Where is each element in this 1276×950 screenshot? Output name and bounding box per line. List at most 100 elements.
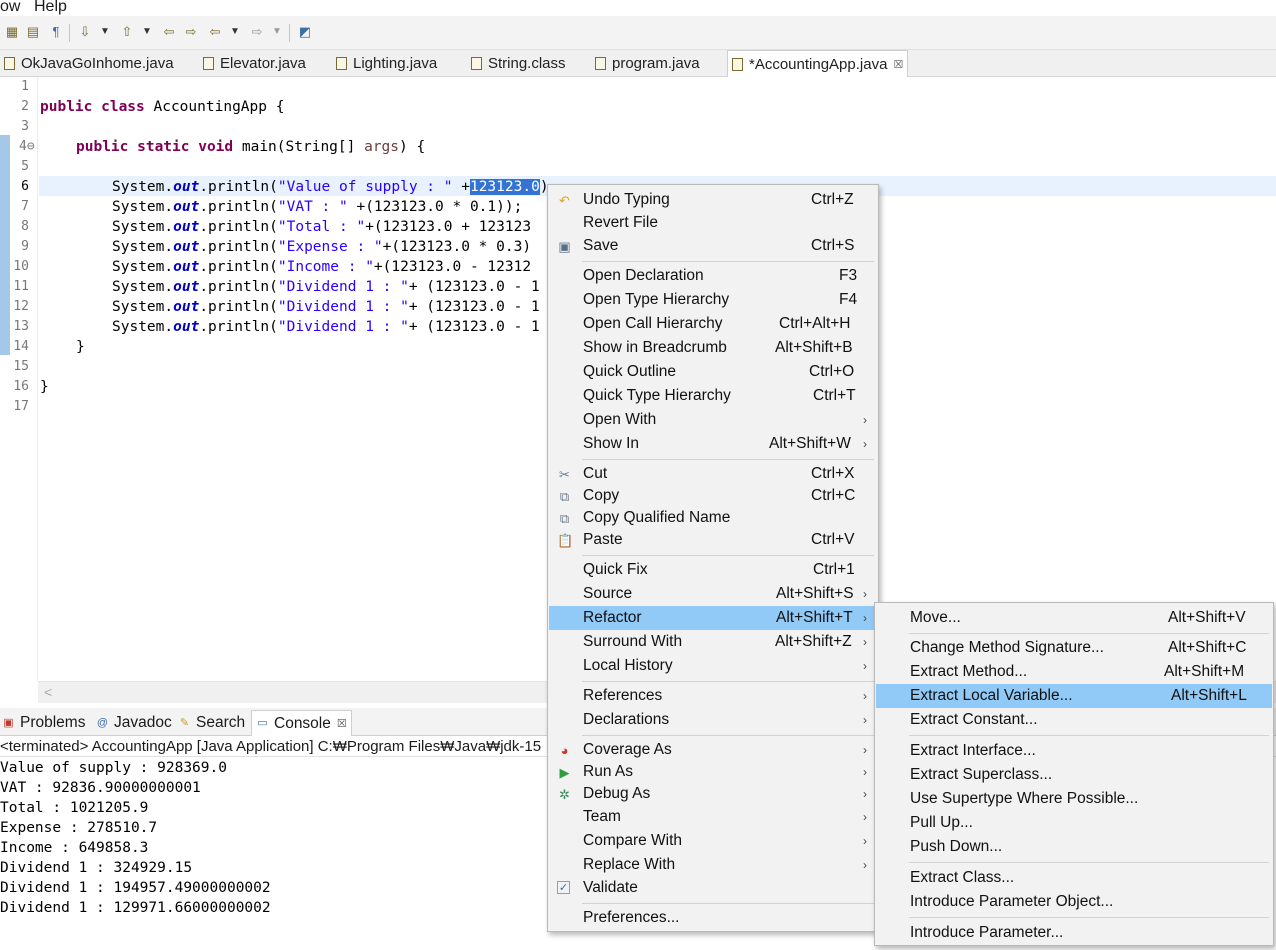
tab-okjavagoinhome[interactable]: OkJavaGoInhome.java [0,50,178,77]
menu-item-replace-with[interactable]: Replace With › [549,854,877,876]
close-view-icon[interactable]: ☒ [337,717,347,730]
menu-item-run-as[interactable]: ▶ Run As › [549,761,877,783]
back-icon[interactable]: ⇦ [206,23,224,41]
menu-window[interactable]: ow [0,0,20,16]
menu-item-introduce-parameter-object[interactable]: Introduce Parameter Object... [876,891,1272,913]
line-number: 6 [21,179,29,194]
menu-item-cut[interactable]: ✂ Cut Ctrl+X [549,463,877,485]
save-icon: ▣ [558,239,571,254]
menu-item-source[interactable]: Source Alt+Shift+S › [549,583,877,605]
menu-item-extract-method[interactable]: Extract Method... Alt+Shift+M [876,661,1272,683]
menu-separator [582,555,874,556]
scroll-left-icon[interactable]: < [44,684,52,700]
menu-item-quick-fix[interactable]: Quick Fix Ctrl+1 [549,559,877,581]
last-edit-forward-icon[interactable]: ⇨ [182,23,200,41]
tab-lighting[interactable]: Lighting.java [332,50,441,77]
line-number: 15 [13,359,29,374]
tab-program[interactable]: program.java [591,50,704,77]
code-line: System.out.println("Dividend 1 : "+ (123… [112,279,540,295]
menu-item-coverage-as[interactable]: ◕ Coverage As › [549,739,877,761]
open-type-icon[interactable]: ▦ [3,23,21,41]
menu-item-preferences[interactable]: Preferences... [549,907,877,929]
menu-separator [582,459,874,460]
previous-annotation-icon[interactable]: ⇧ [118,23,136,41]
tab-search[interactable]: ✎ Search [178,712,245,734]
menu-help[interactable]: Help [34,0,67,16]
line-number-gutter: 1 2 3 4⊖ 5 6 7 8 9 10 11 12 13 14 15 16 … [0,77,38,681]
menu-item-debug-as[interactable]: ✲ Debug As › [549,783,877,805]
menu-item-push-down[interactable]: Push Down... [876,836,1272,858]
last-edit-location-icon[interactable]: ⇦ [160,23,178,41]
tab-elevator[interactable]: Elevator.java [199,50,310,77]
next-annotation-dropdown-icon[interactable]: ▼ [100,23,110,41]
menu-item-undo-typing[interactable]: ↶ Undo Typing Ctrl+Z [549,189,877,211]
line-number[interactable]: 4⊖ [0,137,38,157]
menu-item-extract-class[interactable]: Extract Class... [876,867,1272,889]
back-dropdown-icon[interactable]: ▼ [230,23,240,41]
menu-item-team[interactable]: Team › [549,806,877,828]
menu-item-refactor[interactable]: Refactor Alt+Shift+T › [549,606,877,630]
line-number: 16 [13,379,29,394]
menu-item-open-with[interactable]: Open With › [549,409,877,431]
menu-item-extract-local-variable[interactable]: Extract Local Variable... Alt+Shift+L [876,684,1272,708]
tab-accountingapp[interactable]: *AccountingApp.java ☒ [727,50,909,78]
menu-item-show-in[interactable]: Show In Alt+Shift+W › [549,433,877,455]
menu-item-copy-qualified-name[interactable]: ⧉ Copy Qualified Name [549,507,877,529]
console-line: VAT : 92836.90000000001 [0,780,201,796]
tab-console[interactable]: ▭ Console ☒ [251,710,352,736]
context-menu: ↶ Undo Typing Ctrl+Z Revert File ▣ Save Ctrl… [547,184,879,932]
line-number: 12 [13,299,29,314]
menu-item-introduce-parameter[interactable]: Introduce Parameter... [876,922,1272,944]
menu-item-copy[interactable]: ⧉ Copy Ctrl+C [549,485,877,507]
tab-problems[interactable]: ▣ Problems [2,712,85,734]
previous-annotation-dropdown-icon[interactable]: ▼ [142,23,152,41]
java-file-icon [732,58,743,71]
menu-item-extract-constant[interactable]: Extract Constant... [876,709,1272,731]
forward-icon[interactable]: ⇨ [248,23,266,41]
selected-text: 123123.0 [469,179,540,195]
menu-item-change-method-signature[interactable]: Change Method Signature... Alt+Shift+C [876,637,1272,659]
menu-item-extract-interface[interactable]: Extract Interface... [876,740,1272,762]
menu-item-move[interactable]: Move... Alt+Shift+V [876,607,1272,629]
menu-item-open-declaration[interactable]: Open Declaration F3 [549,265,877,287]
class-file-icon [471,57,482,70]
menu-item-use-supertype[interactable]: Use Supertype Where Possible... [876,788,1272,810]
menu-item-save[interactable]: ▣ Save Ctrl+S [549,235,877,257]
menu-item-quick-type-hierarchy[interactable]: Quick Type Hierarchy Ctrl+T [549,385,877,407]
menu-item-local-history[interactable]: Local History › [549,655,877,677]
menu-separator [582,903,874,904]
menu-item-open-call-hierarchy[interactable]: Open Call Hierarchy Ctrl+Alt+H [549,313,877,335]
next-annotation-icon[interactable]: ⇩ [76,23,94,41]
menu-item-validate[interactable]: ✓ Validate [549,877,877,899]
line-number: 11 [13,279,29,294]
console-line: Income : 649858.3 [0,840,149,856]
debug-icon: ✲ [559,787,570,802]
submenu-arrow-icon: › [863,437,867,451]
tab-javadoc[interactable]: @ Javadoc [96,712,172,734]
forward-dropdown-icon[interactable]: ▼ [272,23,282,41]
menu-item-paste[interactable]: 📋 Paste Ctrl+V [549,529,877,551]
code-line: System.out.println("Expense : "+(123123.… [112,239,532,255]
menu-item-open-type-hierarchy[interactable]: Open Type Hierarchy F4 [549,289,877,311]
line-number: 13 [13,319,29,334]
submenu-arrow-icon: › [863,635,867,649]
open-resource-icon[interactable]: ▤ [24,23,42,41]
menu-item-quick-outline[interactable]: Quick Outline Ctrl+O [549,361,877,383]
close-tab-icon[interactable]: ☒ [893,58,903,71]
menu-item-compare-with[interactable]: Compare With › [549,830,877,852]
console-line: Value of supply : 928369.0 [0,760,227,776]
toolbar-separator [69,24,70,42]
code-line: } [40,379,49,395]
menu-item-pull-up[interactable]: Pull Up... [876,812,1272,834]
tab-string-class[interactable]: String.class [467,50,570,77]
menu-item-revert-file[interactable]: Revert File [549,212,877,234]
code-line: System.out.println("Dividend 1 : "+ (123… [112,319,540,335]
menu-item-references[interactable]: References › [549,685,877,707]
menu-item-show-in-breadcrumb[interactable]: Show in Breadcrumb Alt+Shift+B [549,337,877,359]
menu-item-declarations[interactable]: Declarations › [549,709,877,731]
menu-separator [909,735,1269,736]
menu-item-extract-superclass[interactable]: Extract Superclass... [876,764,1272,786]
menu-item-surround-with[interactable]: Surround With Alt+Shift+Z › [549,631,877,653]
show-whitespace-icon[interactable]: ¶ [47,23,65,41]
pin-editor-icon[interactable]: ◩ [296,23,314,41]
